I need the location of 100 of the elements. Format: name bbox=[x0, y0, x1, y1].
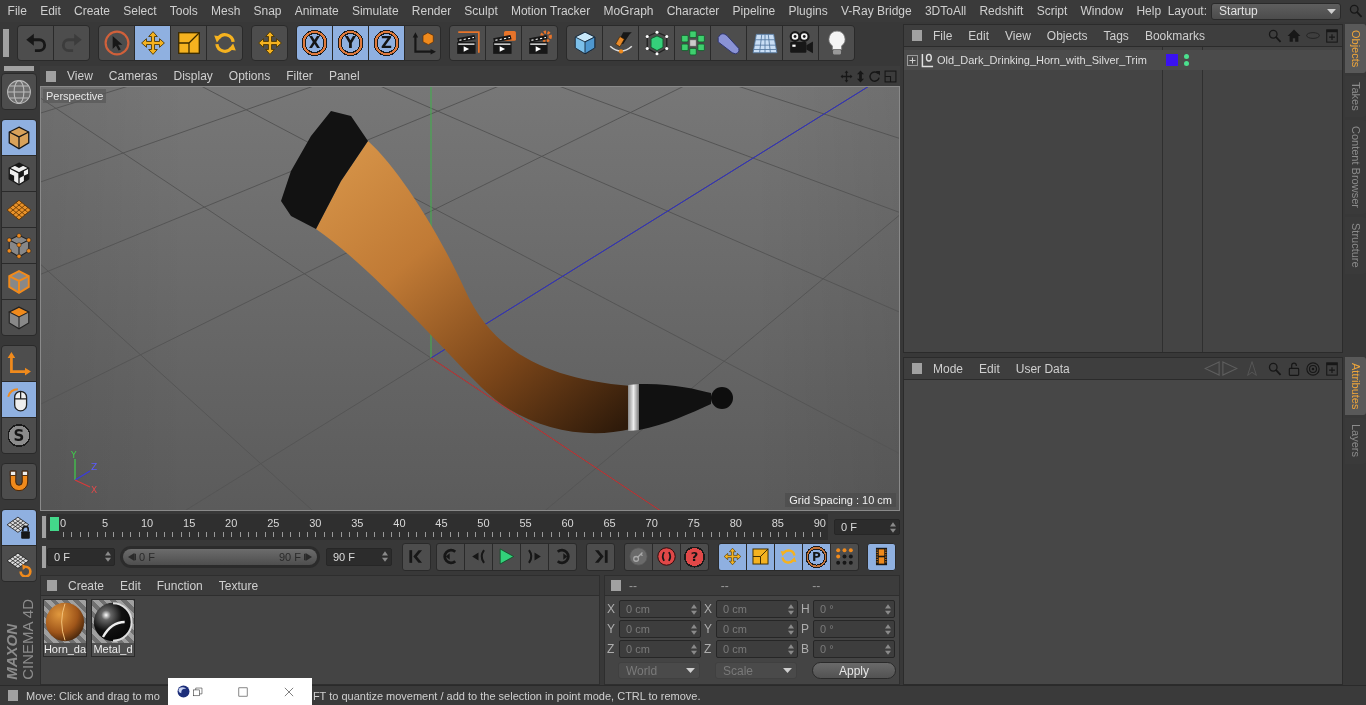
menu-item[interactable]: Create bbox=[67, 4, 117, 18]
menu-item[interactable]: Window bbox=[1073, 4, 1130, 18]
scale-key-button[interactable] bbox=[747, 543, 774, 570]
menu-item[interactable]: Edit bbox=[960, 28, 998, 43]
polygons-mode-button[interactable] bbox=[2, 300, 36, 335]
scale-tool-button[interactable] bbox=[171, 26, 206, 60]
menu-item[interactable]: Sculpt bbox=[457, 4, 505, 18]
menu-item[interactable]: File bbox=[925, 28, 961, 43]
grip-icon[interactable] bbox=[46, 70, 56, 82]
material-thumbnail[interactable]: Metal_d bbox=[91, 599, 135, 657]
menu-item[interactable]: Mesh bbox=[204, 4, 247, 18]
grip-icon[interactable] bbox=[42, 516, 46, 538]
restore-icon[interactable] bbox=[192, 686, 203, 697]
3d-viewport[interactable]: Perspective Y Z X Grid Spacing : 10 cm bbox=[40, 86, 900, 511]
menu-item[interactable]: Display bbox=[165, 69, 221, 83]
right-arrow-icon[interactable] bbox=[304, 552, 312, 561]
menu-item[interactable]: Edit bbox=[33, 4, 68, 18]
grip-icon[interactable] bbox=[3, 29, 9, 57]
play-button[interactable] bbox=[493, 543, 520, 570]
grip-icon[interactable] bbox=[912, 30, 922, 41]
planar-workplane-button[interactable] bbox=[2, 546, 36, 581]
snap-button[interactable] bbox=[1, 463, 37, 500]
tweak-mode-button[interactable] bbox=[2, 382, 36, 417]
menu-item[interactable]: Help bbox=[1129, 4, 1168, 18]
object-row[interactable]: Old_Dark_Drinking_Horn_with_Silver_Trim bbox=[904, 50, 1342, 70]
pen-button[interactable] bbox=[603, 26, 638, 60]
grip-icon[interactable] bbox=[912, 363, 922, 374]
selection-tool-button[interactable] bbox=[99, 26, 134, 60]
render-settings-button[interactable] bbox=[522, 26, 557, 60]
side-tab[interactable]: Objects bbox=[1345, 24, 1366, 74]
menu-item[interactable]: Create bbox=[60, 578, 113, 593]
rotation-key-button[interactable] bbox=[775, 543, 802, 570]
menu-item[interactable]: Simulate bbox=[345, 4, 406, 18]
go-to-end-button[interactable] bbox=[586, 542, 615, 571]
menu-item[interactable]: Plugins bbox=[781, 4, 835, 18]
menu-item[interactable]: View bbox=[59, 69, 101, 83]
grip-icon[interactable] bbox=[47, 580, 57, 591]
menu-item[interactable]: Bookmarks bbox=[1136, 28, 1213, 43]
menu-item[interactable]: V-Ray Bridge bbox=[834, 4, 919, 18]
menu-item[interactable]: File bbox=[1, 4, 34, 18]
autokey-button[interactable] bbox=[653, 543, 680, 570]
next-key-button[interactable] bbox=[549, 543, 576, 570]
subdivision-surface-button[interactable] bbox=[639, 26, 674, 60]
expand-box-icon[interactable] bbox=[907, 54, 918, 66]
menu-item[interactable]: Cameras bbox=[100, 69, 166, 83]
parameter-key-button[interactable]: P bbox=[803, 543, 830, 570]
camera-button[interactable] bbox=[783, 26, 818, 60]
texture-mode-button[interactable] bbox=[2, 156, 36, 191]
menu-item[interactable]: Objects bbox=[1038, 28, 1096, 43]
menu-item[interactable]: Redshift bbox=[972, 4, 1031, 18]
rotate-tool-button[interactable] bbox=[207, 26, 242, 60]
menu-item[interactable]: Render bbox=[405, 4, 458, 18]
timeline-ruler[interactable]: 0 5 10 15 20 25 30 35 40 45 50 55 60 65 70 75 80 85 90 bbox=[47, 514, 828, 540]
side-tab[interactable]: Attributes bbox=[1345, 357, 1366, 416]
position-key-button[interactable] bbox=[719, 543, 746, 570]
menu-item[interactable]: Filter bbox=[278, 69, 321, 83]
floor-button[interactable] bbox=[747, 26, 782, 60]
menu-item[interactable]: 3DToAll bbox=[918, 4, 973, 18]
menu-item[interactable]: Motion Tracker bbox=[504, 4, 597, 18]
go-to-start-button[interactable] bbox=[402, 542, 431, 571]
editor-visibility-dot-icon[interactable] bbox=[1184, 54, 1189, 59]
undo-button[interactable] bbox=[18, 26, 53, 60]
layout-dropdown[interactable]: Startup bbox=[1211, 2, 1342, 20]
lock-workplane-button[interactable] bbox=[2, 510, 36, 545]
menu-item[interactable]: Mode bbox=[925, 361, 972, 376]
deformer-button[interactable] bbox=[711, 26, 746, 60]
start-frame-field[interactable]: 0 F bbox=[47, 547, 115, 566]
menu-item[interactable]: Animate bbox=[288, 4, 346, 18]
keyframe-selection-button[interactable]: ? bbox=[681, 543, 708, 570]
object-name[interactable]: Old_Dark_Drinking_Horn_with_Silver_Trim bbox=[937, 54, 1147, 66]
menu-item[interactable]: Function bbox=[148, 578, 211, 593]
material-thumbnail[interactable]: Horn_da bbox=[43, 599, 87, 657]
grip-icon[interactable] bbox=[4, 66, 34, 71]
menu-item[interactable]: Edit bbox=[112, 578, 149, 593]
minimized-window[interactable] bbox=[167, 678, 312, 705]
grip-icon[interactable] bbox=[611, 580, 621, 591]
menu-item[interactable]: Select bbox=[116, 4, 164, 18]
menu-item[interactable]: Tools bbox=[163, 4, 205, 18]
current-frame-field[interactable]: 0 F bbox=[834, 519, 900, 535]
menu-item[interactable]: Edit bbox=[971, 361, 1008, 376]
maximize-icon[interactable] bbox=[238, 686, 249, 697]
playhead-marker[interactable] bbox=[50, 517, 59, 531]
camera-label[interactable]: Perspective bbox=[43, 89, 107, 103]
timeline-button[interactable] bbox=[867, 542, 896, 571]
axis-lock-button[interactable]: Y bbox=[333, 26, 368, 60]
menu-item[interactable]: Snap bbox=[246, 4, 289, 18]
menu-item[interactable]: View bbox=[997, 28, 1039, 43]
record-objects-button[interactable] bbox=[625, 543, 652, 570]
menu-item[interactable]: Script bbox=[1030, 4, 1074, 18]
move-tool-button[interactable] bbox=[135, 26, 170, 60]
grip-icon[interactable] bbox=[42, 545, 46, 568]
render-view-button[interactable] bbox=[450, 26, 485, 60]
make-editable-button[interactable] bbox=[1, 73, 37, 110]
light-button[interactable] bbox=[819, 26, 854, 60]
menu-item[interactable]: MoGraph bbox=[596, 4, 661, 18]
left-arrow-icon[interactable] bbox=[128, 552, 136, 561]
menu-item[interactable]: Character bbox=[660, 4, 726, 18]
menu-item[interactable]: Panel bbox=[320, 69, 368, 83]
previous-key-button[interactable] bbox=[437, 543, 464, 570]
cloner-button[interactable] bbox=[675, 26, 710, 60]
